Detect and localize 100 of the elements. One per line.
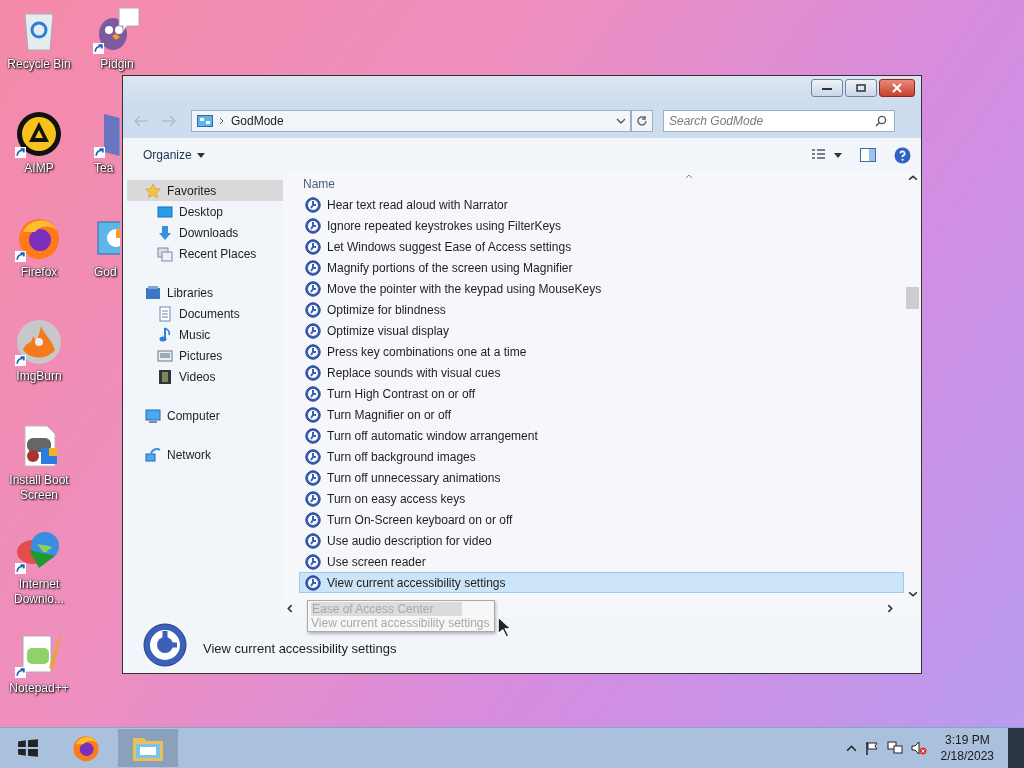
minimize-button[interactable] (811, 79, 843, 97)
windows-logo-icon (17, 737, 39, 759)
list-item[interactable]: Use screen reader (299, 551, 904, 572)
address-bar[interactable]: GodMode (191, 109, 631, 132)
clock-time: 3:19 PM (944, 732, 990, 748)
navigation-item[interactable]: Documents (127, 303, 283, 324)
search-icon (875, 114, 887, 127)
star-icon (145, 182, 161, 199)
picture-icon (157, 347, 173, 364)
list-item[interactable]: Hear text read aloud with Narrator (299, 194, 904, 215)
navigation-item[interactable]: Downloads (127, 222, 283, 243)
close-button[interactable] (879, 79, 915, 97)
accessibility-icon (305, 469, 321, 486)
accessibility-icon (305, 385, 321, 402)
navigation-item[interactable]: Music (127, 324, 283, 345)
accessibility-icon (305, 238, 321, 255)
list-item[interactable]: Ignore repeated keystrokes using FilterKeys (299, 215, 904, 236)
list-item[interactable]: Turn off automatic window arrangement (299, 425, 904, 446)
list-item[interactable]: Turn High Contrast on or off (299, 383, 904, 404)
document-icon (157, 305, 173, 322)
show-hidden-icons-icon[interactable] (845, 744, 857, 752)
column-header[interactable]: Name (299, 174, 904, 194)
film-icon (157, 368, 173, 385)
navigation-item[interactable]: Computer (127, 405, 283, 426)
file-explorer-taskbar-button[interactable] (118, 729, 178, 767)
navigation-item[interactable]: Desktop (127, 201, 283, 222)
minimize-icon (822, 85, 832, 91)
player-icon[interactable] (15, 110, 63, 158)
list-item[interactable]: Optimize for blindness (299, 299, 904, 320)
flag-icon[interactable] (864, 741, 879, 755)
accessibility-icon (305, 343, 321, 360)
scroll-thumb[interactable] (906, 287, 919, 309)
view-options-icon[interactable] (812, 149, 842, 161)
list-item[interactable]: Magnify portions of the screen using Magnifier (299, 257, 904, 278)
control-panel-icon (197, 114, 213, 127)
accessibility-icon (305, 511, 321, 528)
accessibility-icon (305, 448, 321, 465)
music-note-icon (157, 326, 173, 343)
caret-icon (196, 152, 205, 158)
accessibility-icon (305, 280, 321, 297)
refresh-button[interactable] (631, 109, 653, 132)
details-title: View current accessibility settings (203, 640, 397, 656)
list-item[interactable]: Move the pointer with the keypad using MouseKeys (299, 278, 904, 299)
scroll-right-icon[interactable] (887, 604, 893, 613)
list-item[interactable]: Optimize visual display (299, 320, 904, 341)
accessibility-icon (305, 532, 321, 549)
network-icon (145, 446, 161, 463)
clock[interactable]: 3:19 PM 2/18/2023 (940, 732, 994, 764)
navigation-item[interactable]: Favorites (127, 180, 283, 201)
list-item[interactable]: Turn off unnecessary animations (299, 467, 904, 488)
desktop-icon (157, 203, 173, 220)
accessibility-icon (305, 490, 321, 507)
accessibility-icon (305, 322, 321, 339)
download-arrow-icon (157, 224, 173, 241)
navigation-item[interactable]: Libraries (127, 282, 283, 303)
address-path[interactable]: GodMode (231, 113, 610, 128)
navigation-item[interactable]: Recent Places (127, 243, 283, 264)
navigation-item[interactable]: Network (127, 444, 283, 465)
list-item[interactable]: Press key combinations one at a time (299, 341, 904, 362)
browser-icon (71, 733, 101, 763)
refresh-icon (636, 114, 648, 127)
accessibility-icon (305, 574, 321, 591)
accessibility-icon (305, 364, 321, 381)
accessibility-icon (305, 301, 321, 318)
help-icon[interactable] (894, 146, 911, 164)
dropdown-chevron-icon[interactable] (616, 117, 626, 124)
accessibility-icon (305, 406, 321, 423)
list-item[interactable]: Turn off background images (299, 446, 904, 467)
list-item[interactable]: View current accessibility settings (299, 572, 904, 593)
navigation-item[interactable]: Videos (127, 366, 283, 387)
clock-date: 2/18/2023 (940, 748, 994, 764)
close-icon (892, 83, 902, 93)
maximize-button[interactable] (845, 79, 877, 97)
scroll-down-icon[interactable] (908, 591, 917, 597)
muted-speaker-icon[interactable] (910, 741, 927, 755)
tooltip-text: View current accessibility settings (311, 616, 490, 630)
accessibility-icon (305, 217, 321, 234)
recent-places-icon (157, 245, 173, 262)
list-item[interactable]: Turn on easy access keys (299, 488, 904, 509)
scroll-left-icon[interactable] (287, 604, 293, 613)
accessibility-icon (305, 553, 321, 570)
chevron-right-icon (219, 116, 225, 125)
search-field[interactable]: Search GodMode (663, 109, 895, 132)
list-item[interactable]: Replace sounds with visual cues (299, 362, 904, 383)
sort-indicator-icon (685, 174, 693, 179)
accessibility-icon (305, 259, 321, 276)
disc-icon[interactable] (15, 318, 63, 366)
accessibility-icon (305, 196, 321, 213)
list-item[interactable]: Turn On-Screen keyboard on or off (299, 509, 904, 530)
network-icon[interactable] (886, 741, 903, 755)
preview-pane-icon[interactable] (860, 148, 876, 162)
scroll-up-icon[interactable] (908, 175, 917, 181)
accessibility-icon (305, 427, 321, 444)
list-item[interactable]: Turn Magnifier on or off (299, 404, 904, 425)
navigation-item[interactable]: Pictures (127, 345, 283, 366)
organize-menu[interactable]: Organize (137, 145, 211, 165)
list-item[interactable]: Let Windows suggest Ease of Access settings (299, 236, 904, 257)
accessibility-icon (143, 623, 187, 667)
monitor-icon (145, 407, 161, 424)
list-item[interactable]: Use audio description for video (299, 530, 904, 551)
